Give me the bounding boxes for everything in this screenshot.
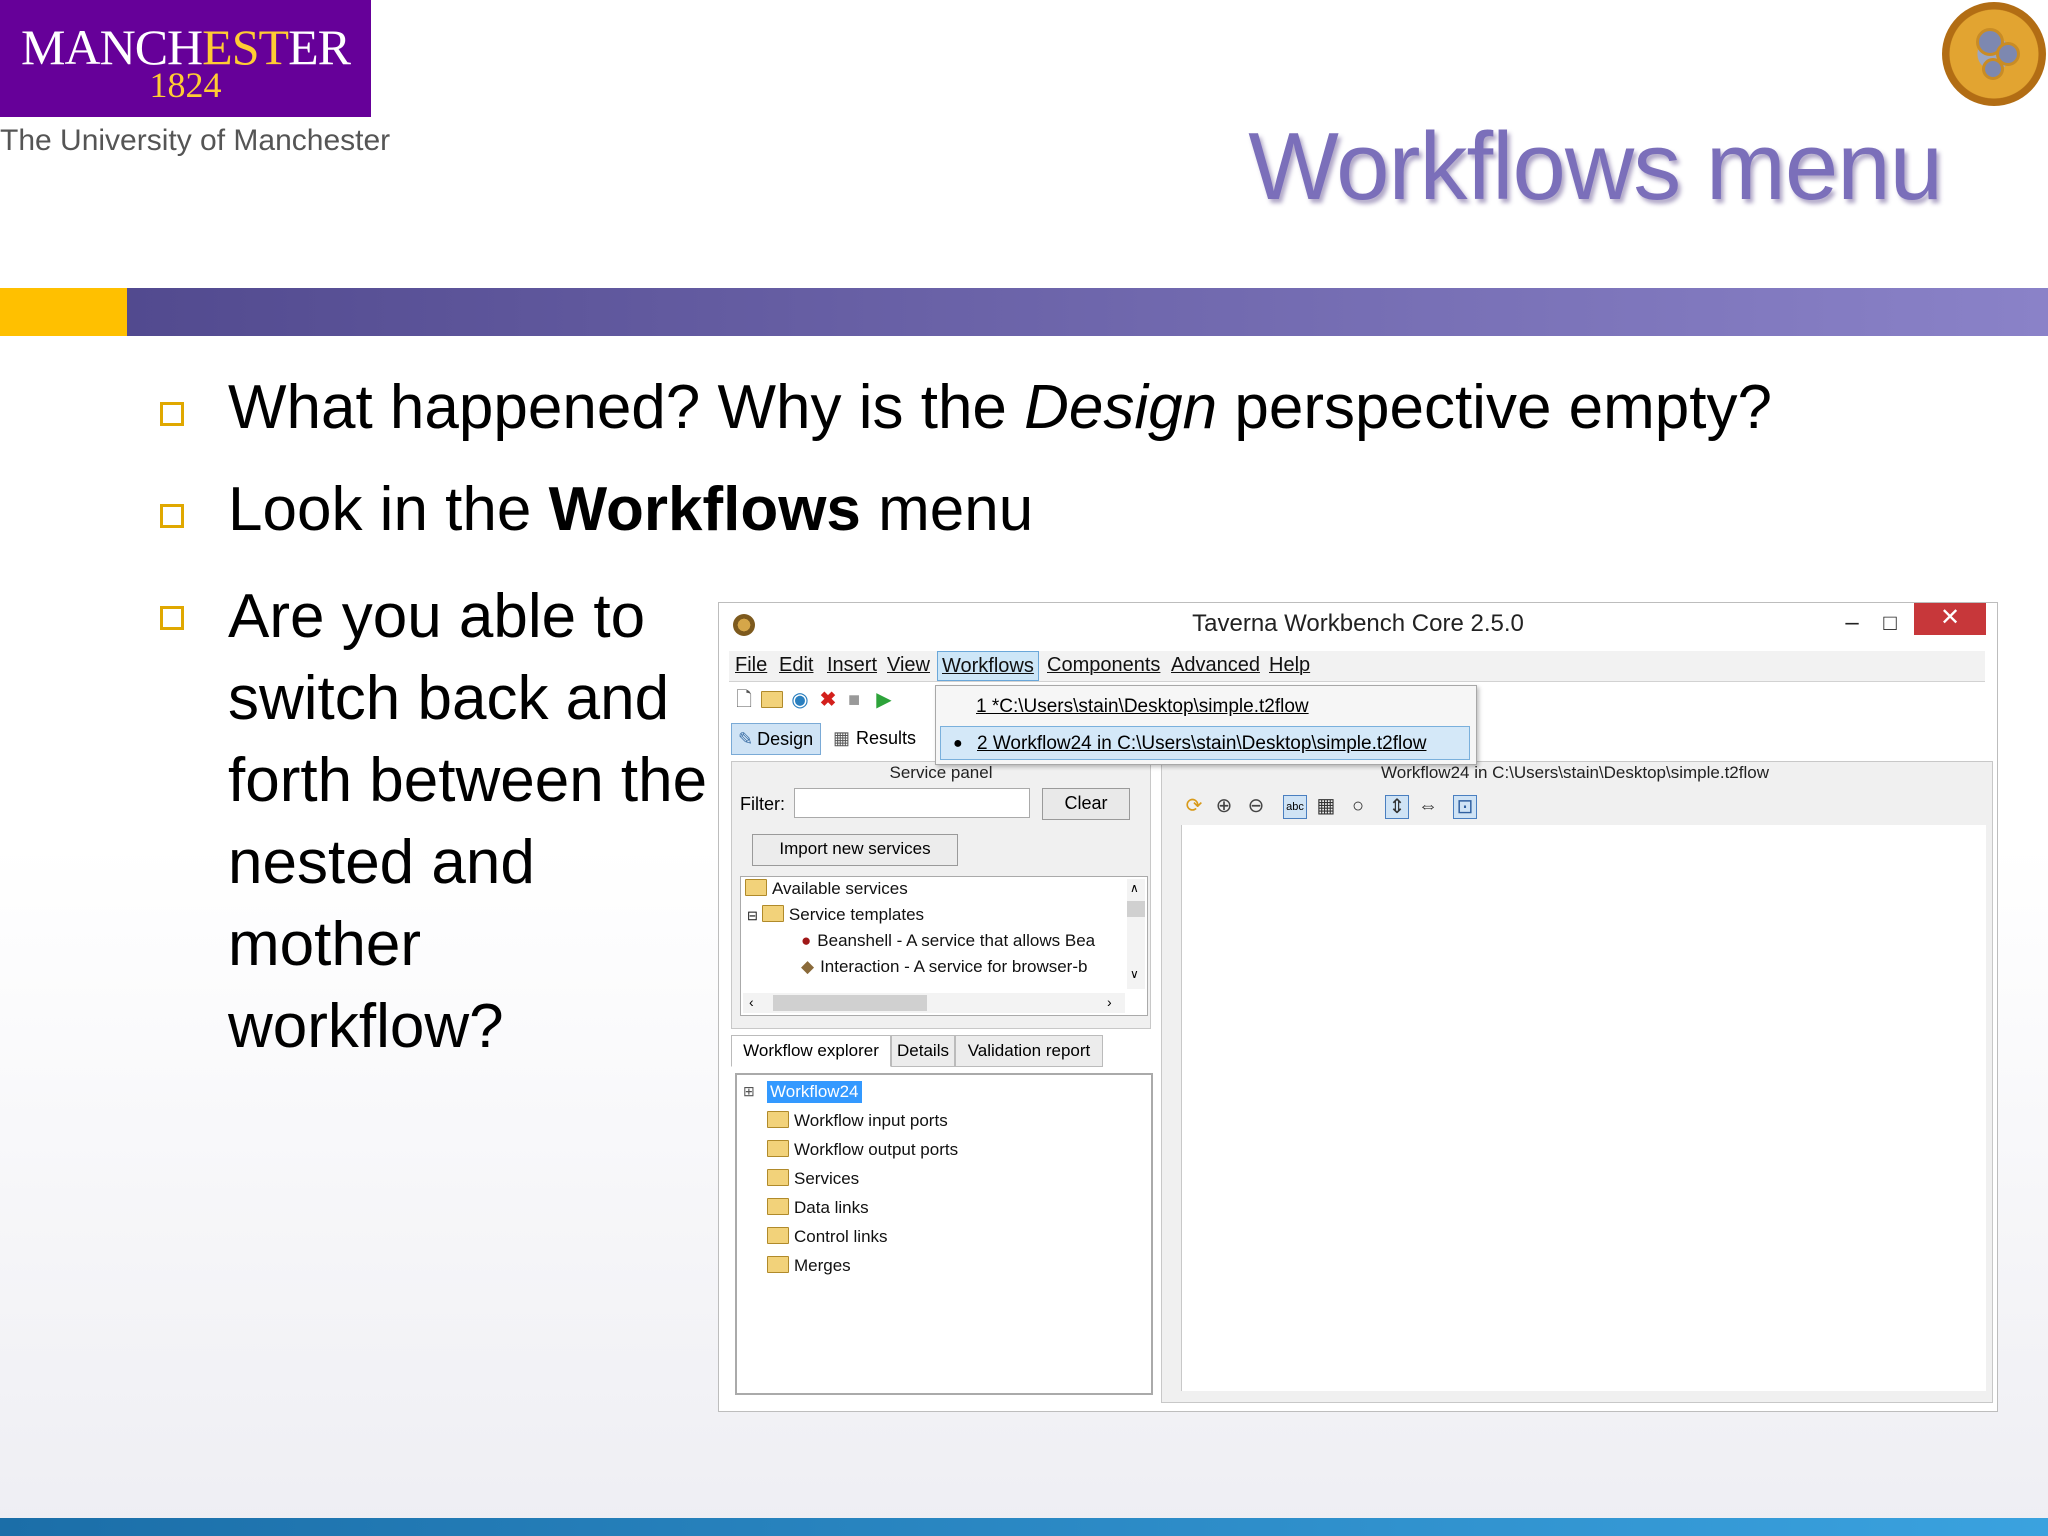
workflow-explorer-panel: ⊞ Workflow24 Workflow input ports Workfl… bbox=[735, 1073, 1153, 1395]
tree-item-beanshell[interactable]: ● Beanshell - A service that allows Bea bbox=[801, 931, 1095, 951]
service-panel: Service panel Filter: Clear Import new s… bbox=[731, 761, 1151, 1029]
folder-icon bbox=[767, 1140, 789, 1157]
auto-layout-icon[interactable]: ⊡ bbox=[1453, 795, 1477, 819]
horizontal-scrollbar[interactable]: ‹ › bbox=[743, 993, 1125, 1013]
results-perspective-tab[interactable]: ▦ Results bbox=[829, 723, 929, 753]
service-panel-caption: Service panel bbox=[889, 763, 993, 782]
menu-edit[interactable]: Edit bbox=[779, 654, 813, 677]
menu-insert[interactable]: Insert bbox=[827, 654, 877, 677]
scroll-thumb[interactable] bbox=[773, 995, 927, 1011]
window-title: Taverna Workbench Core 2.5.0 bbox=[1192, 610, 1524, 637]
vertical-scrollbar[interactable]: ∧ ∨ bbox=[1127, 879, 1145, 989]
workflow-diagram-canvas[interactable] bbox=[1181, 825, 1986, 1391]
bullet-marker bbox=[160, 504, 184, 528]
open-url-icon[interactable]: ◉ bbox=[789, 689, 811, 711]
import-services-button[interactable]: Import new services bbox=[752, 834, 958, 866]
clear-button[interactable]: Clear bbox=[1042, 788, 1130, 820]
folder-icon bbox=[767, 1198, 789, 1215]
workflow-tree-icon: ⊞ bbox=[743, 1083, 755, 1099]
vertical-layout-icon[interactable]: ⇕ bbox=[1385, 795, 1409, 819]
close-workflow-icon[interactable]: ✖ bbox=[817, 689, 839, 711]
workflow-root-item[interactable]: Workflow24 bbox=[767, 1081, 862, 1103]
main-toolbar: 🗋 ◉ ✖ ■ ▶ bbox=[729, 683, 929, 721]
menu-item-workflow-1[interactable]: 1 *C:\Users\stain\Desktop\simple.t2flow bbox=[940, 690, 1470, 724]
scroll-left-icon[interactable]: ‹ bbox=[749, 994, 754, 1010]
show-names-icon[interactable]: abc bbox=[1283, 795, 1307, 819]
scroll-thumb[interactable] bbox=[1127, 901, 1145, 917]
horizontal-layout-icon[interactable]: ⇔ bbox=[1417, 795, 1439, 817]
menu-advanced[interactable]: Advanced bbox=[1171, 654, 1260, 677]
scroll-up-icon[interactable]: ∧ bbox=[1130, 881, 1139, 895]
scroll-down-icon[interactable]: ∨ bbox=[1130, 967, 1139, 981]
logo-year: 1824 bbox=[149, 65, 222, 105]
menu-components[interactable]: Components bbox=[1047, 654, 1160, 677]
maximize-button[interactable]: □ bbox=[1875, 607, 1905, 639]
zoom-out-icon[interactable]: ⊖ bbox=[1245, 795, 1267, 817]
header-band-accent bbox=[0, 288, 127, 336]
taverna-window: Taverna Workbench Core 2.5.0 – □ ✕ File … bbox=[718, 602, 1998, 1412]
menu-bar: File Edit Insert View Workflows Componen… bbox=[729, 651, 1985, 682]
explorer-tabs: Workflow explorer Details Validation rep… bbox=[731, 1035, 1151, 1067]
tab-validation-report[interactable]: Validation report bbox=[955, 1035, 1103, 1067]
beanshell-icon: ● bbox=[801, 931, 812, 950]
university-name: The University of Manchester bbox=[0, 124, 391, 157]
minimize-button[interactable]: – bbox=[1837, 607, 1867, 639]
service-tree[interactable]: Available services ⊟ Service templates ● B… bbox=[740, 876, 1148, 1016]
filter-label: Filter: bbox=[740, 794, 785, 814]
workflows-menu-dropdown: 1 *C:\Users\stain\Desktop\simple.t2flow … bbox=[935, 685, 1477, 765]
tree-item-interaction[interactable]: ◆ Interaction - A service for browser-b bbox=[801, 957, 1087, 977]
menu-help[interactable]: Help bbox=[1269, 654, 1310, 677]
explorer-item[interactable]: Merges bbox=[767, 1256, 851, 1276]
diagram-toolbar: ⟳ ⊕ ⊖ abc ▦ ○ ⇕ ⇔ ⊡ bbox=[1183, 789, 1583, 823]
diagram-caption: Workflow24 in C:\Users\stain\Desktop\sim… bbox=[1381, 763, 1769, 782]
folder-icon bbox=[745, 879, 767, 896]
blobs-icon[interactable]: ○ bbox=[1347, 795, 1369, 817]
explorer-item[interactable]: Services bbox=[767, 1169, 859, 1189]
save-icon[interactable]: ■ bbox=[843, 689, 865, 711]
perspective-bar: ✎ Design ▦ Results bbox=[729, 721, 929, 757]
tree-item-service-templates[interactable]: ⊟ Service templates bbox=[747, 905, 924, 925]
open-folder-icon[interactable] bbox=[761, 689, 783, 711]
folder-icon bbox=[767, 1227, 789, 1244]
explorer-item[interactable]: Data links bbox=[767, 1198, 869, 1218]
bullet-3: Are you able to switch back and forth be… bbox=[228, 582, 708, 1061]
zoom-in-icon[interactable]: ⊕ bbox=[1213, 795, 1235, 817]
menu-view[interactable]: View bbox=[887, 654, 930, 677]
tab-details[interactable]: Details bbox=[891, 1035, 955, 1067]
folder-icon bbox=[761, 905, 784, 922]
scroll-right-icon[interactable]: › bbox=[1107, 994, 1112, 1010]
close-button[interactable]: ✕ bbox=[1914, 603, 1986, 635]
bullet-marker bbox=[160, 606, 184, 630]
design-perspective-tab[interactable]: ✎ Design bbox=[731, 723, 821, 755]
interaction-icon: ◆ bbox=[801, 957, 815, 976]
menu-item-workflow-2[interactable]: ● 2 Workflow24 in C:\Users\stain\Desktop… bbox=[940, 726, 1470, 760]
bullet-1: What happened? Why is the Design perspec… bbox=[228, 373, 1772, 442]
explorer-item[interactable]: Control links bbox=[767, 1227, 888, 1247]
footer-bar bbox=[0, 1518, 2048, 1536]
header-band bbox=[127, 288, 2048, 336]
folder-icon bbox=[767, 1111, 789, 1128]
menu-workflows[interactable]: Workflows bbox=[937, 651, 1039, 681]
menu-file[interactable]: File bbox=[735, 654, 767, 677]
show-ports-icon[interactable]: ▦ bbox=[1315, 795, 1337, 817]
explorer-item[interactable]: Workflow output ports bbox=[767, 1140, 958, 1160]
design-icon: ✎ bbox=[738, 729, 754, 749]
folder-icon bbox=[767, 1169, 789, 1186]
selected-bullet-icon: ● bbox=[953, 735, 963, 752]
tab-workflow-explorer[interactable]: Workflow explorer bbox=[731, 1035, 891, 1067]
explorer-item[interactable]: Workflow input ports bbox=[767, 1111, 948, 1131]
collapse-icon: ⊟ bbox=[747, 908, 758, 923]
bullet-marker bbox=[160, 402, 184, 426]
folder-icon bbox=[767, 1256, 789, 1273]
bullet-2: Look in the Workflows menu bbox=[228, 475, 1034, 544]
filter-input[interactable] bbox=[794, 788, 1030, 818]
new-workflow-icon[interactable]: 🗋 bbox=[733, 689, 755, 711]
taverna-emblem-icon bbox=[1942, 2, 2046, 106]
tree-item-available-services[interactable]: Available services bbox=[745, 879, 908, 899]
slide-title: Workflows menu bbox=[1248, 113, 1943, 220]
run-icon[interactable]: ▶ bbox=[873, 689, 895, 711]
results-icon: ▦ bbox=[833, 728, 851, 748]
refresh-icon[interactable]: ⟳ bbox=[1183, 795, 1205, 817]
